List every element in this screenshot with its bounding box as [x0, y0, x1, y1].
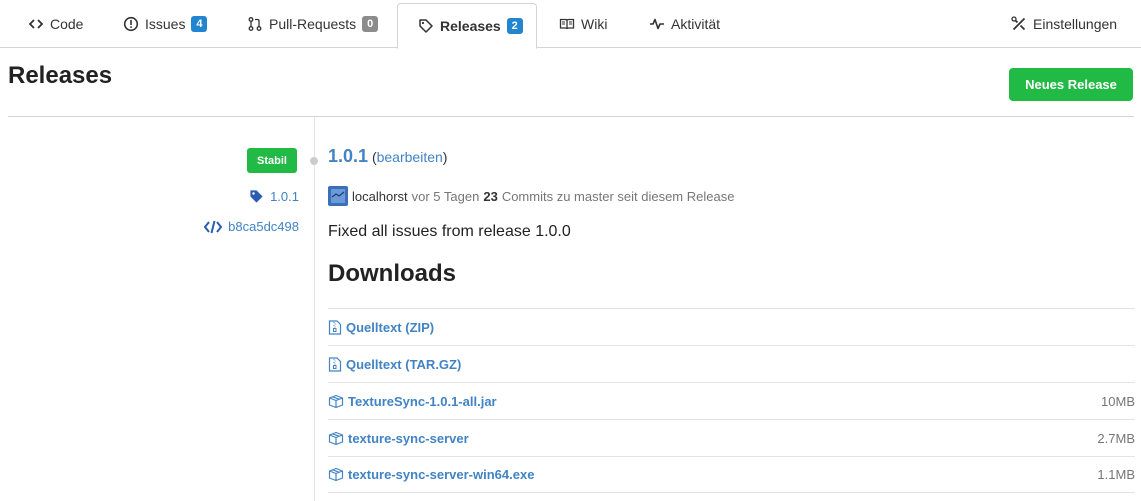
avatar[interactable] [328, 186, 348, 206]
download-name: Quelltext (ZIP) [346, 319, 435, 335]
release-meta: localhorst vor 5 Tagen 23 Commits zu mas… [328, 186, 734, 206]
tab-label: Pull-Requests [269, 16, 357, 32]
download-item: texture-sync-server 2.7MB [328, 419, 1135, 456]
tools-icon [1011, 16, 1027, 32]
download-item: TextureSync-1.0.1-all.jar 10MB [328, 382, 1135, 419]
tag-label: 1.0.1 [270, 189, 299, 204]
release-heading: 1.0.1 (bearbeiten) [328, 146, 447, 167]
package-icon [328, 467, 344, 482]
paren-close: ) [442, 149, 448, 165]
tab-settings[interactable]: Einstellungen [1011, 0, 1117, 48]
commit-sha: b8ca5dc498 [228, 219, 299, 234]
edit-release-link[interactable]: bearbeiten [377, 149, 443, 165]
download-link[interactable]: texture-sync-server-win64.exe [328, 467, 534, 482]
package-icon [328, 394, 344, 408]
download-name: Quelltext (TAR.GZ) [346, 356, 462, 372]
repo-tabs: Code Issues 4 Pull-Requests 0 Releases 2… [0, 0, 1141, 49]
page-title: Releases [8, 62, 113, 89]
code-icon [204, 220, 223, 233]
code-icon [28, 16, 44, 32]
release-version-link[interactable]: 1.0.1 [328, 146, 368, 166]
issues-count-badge: 4 [191, 16, 208, 32]
releases-count-badge: 2 [506, 18, 523, 34]
tab-code[interactable]: Code [28, 0, 83, 48]
tab-label: Wiki [581, 16, 608, 32]
release-note: Fixed all issues from release 1.0.0 [328, 223, 571, 240]
download-item: Quelltext (TAR.GZ) [328, 345, 1135, 382]
tab-label: Issues [145, 16, 186, 32]
tag-icon [250, 190, 263, 203]
tag-icon [418, 18, 434, 34]
tab-label: Aktivität [671, 16, 721, 32]
tab-pull-requests[interactable]: Pull-Requests 0 [247, 0, 379, 48]
file-zip-icon [328, 356, 342, 372]
issue-icon [123, 16, 139, 32]
timeline-dot [310, 157, 318, 165]
download-link[interactable]: texture-sync-server [328, 431, 469, 446]
download-name: texture-sync-server [348, 430, 469, 446]
download-name: texture-sync-server-win64.exe [348, 467, 535, 482]
pull-request-icon [247, 16, 263, 32]
header-divider [8, 116, 1134, 117]
tab-wiki[interactable]: Wiki [559, 0, 607, 48]
commits-text: Commits zu master seit diesem Release [501, 188, 735, 204]
pulse-icon [649, 16, 665, 32]
package-icon [328, 431, 344, 445]
downloads-list: Quelltext (ZIP) Quelltext (TAR.GZ) Textu… [328, 308, 1135, 493]
release-age: vor 5 Tagen [411, 188, 480, 204]
tab-label: Releases [440, 18, 501, 34]
download-size: 10MB [1101, 393, 1135, 409]
download-link[interactable]: TextureSync-1.0.1-all.jar [328, 394, 497, 409]
stable-badge: Stabil [247, 148, 297, 173]
file-zip-icon [328, 319, 342, 335]
download-item: texture-sync-server-win64.exe 1.1MB [328, 456, 1135, 493]
commit-count: 23 [483, 188, 498, 204]
tab-label: Einstellungen [1033, 16, 1118, 32]
download-size: 1.1MB [1097, 467, 1135, 482]
timeline-line [314, 117, 315, 501]
release-tag-link[interactable]: 1.0.1 [249, 189, 299, 204]
book-icon [559, 16, 575, 32]
new-release-button[interactable]: Neues Release [1009, 68, 1133, 101]
download-name: TextureSync-1.0.1-all.jar [348, 393, 497, 409]
release-commit-link[interactable]: b8ca5dc498 [204, 219, 299, 234]
download-size: 2.7MB [1097, 430, 1135, 446]
downloads-title: Downloads [328, 260, 457, 287]
download-link[interactable]: Quelltext (TAR.GZ) [328, 357, 461, 372]
tab-issues[interactable]: Issues 4 [123, 0, 208, 48]
avatar-image-icon [331, 189, 345, 203]
tab-activity[interactable]: Aktivität [649, 0, 720, 48]
download-link[interactable]: Quelltext (ZIP) [328, 320, 434, 335]
tab-label: Code [50, 16, 84, 32]
author-link[interactable]: localhorst [352, 189, 408, 204]
download-item: Quelltext (ZIP) [328, 308, 1135, 345]
pull-requests-count-badge: 0 [362, 16, 379, 32]
tab-releases[interactable]: Releases 2 [397, 3, 537, 49]
